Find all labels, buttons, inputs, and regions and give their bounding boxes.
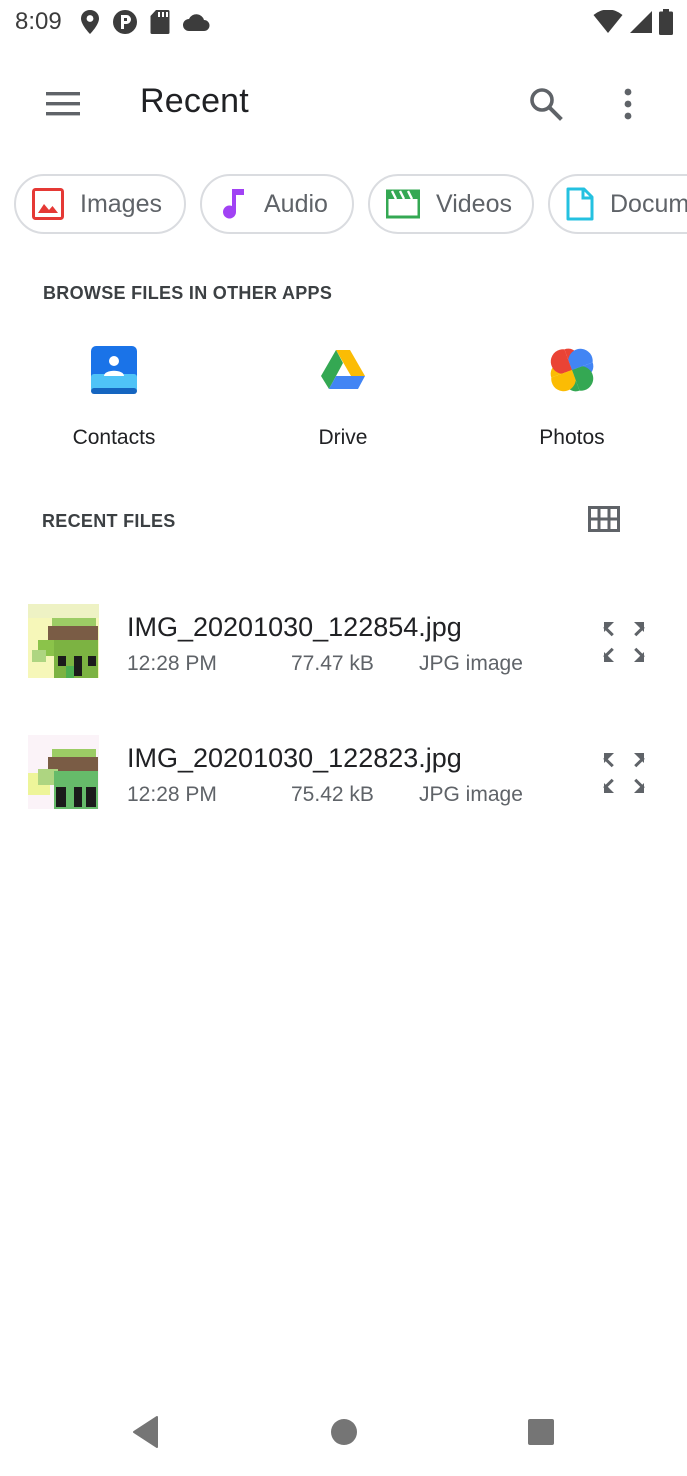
- file-thumbnail: [28, 735, 99, 809]
- browse-section-header: BROWSE FILES IN OTHER APPS: [43, 283, 333, 303]
- recents-button[interactable]: [511, 1410, 571, 1454]
- home-button[interactable]: [314, 1410, 374, 1454]
- file-size: 77.47 kB: [291, 652, 374, 675]
- file-type: JPG image: [419, 652, 523, 675]
- search-button[interactable]: [520, 78, 572, 130]
- page-title: Recent: [140, 82, 249, 120]
- p-circle-icon: [113, 10, 137, 34]
- file-name: IMG_20201030_122854.jpg: [127, 612, 462, 642]
- hamburger-menu-icon: [46, 92, 80, 116]
- browse-apps-row: Contacts Drive Photos: [0, 340, 687, 470]
- app-label: Contacts: [72, 426, 156, 449]
- app-drive[interactable]: Drive: [253, 340, 433, 460]
- more-vert-icon: [624, 88, 632, 120]
- chip-videos[interactable]: Videos: [368, 174, 534, 234]
- file-time: 12:28 PM: [127, 783, 217, 806]
- menu-button[interactable]: [30, 82, 96, 126]
- file-time: 12:28 PM: [127, 652, 217, 675]
- back-button[interactable]: [116, 1410, 176, 1454]
- status-time: 8:09: [15, 8, 62, 35]
- location-icon: [81, 10, 99, 34]
- file-row[interactable]: IMG_20201030_122823.jpg 12:28 PM 75.42 k…: [0, 735, 687, 855]
- chip-label: Videos: [436, 189, 512, 218]
- status-bar: 8:09: [0, 0, 687, 46]
- system-nav-bar: [0, 1390, 687, 1476]
- more-options-button[interactable]: [604, 78, 652, 130]
- cloud-icon: [183, 14, 210, 31]
- document-icon: [566, 187, 594, 221]
- file-name: IMG_20201030_122823.jpg: [127, 743, 462, 773]
- chip-audio[interactable]: Audio: [200, 174, 354, 234]
- expand-button[interactable]: [596, 745, 652, 801]
- status-icons-right: [593, 9, 673, 35]
- expand-icon: [603, 622, 645, 662]
- chip-images[interactable]: Images: [14, 174, 186, 234]
- app-photos[interactable]: Photos: [482, 340, 662, 460]
- search-icon: [530, 88, 563, 121]
- status-icons-left: [80, 9, 210, 35]
- wifi-icon: [593, 10, 623, 33]
- back-triangle-icon: [133, 1416, 158, 1448]
- sd-card-icon: [150, 10, 170, 34]
- chip-documents[interactable]: Docum: [548, 174, 687, 234]
- battery-icon: [659, 9, 673, 35]
- file-size: 75.42 kB: [291, 783, 374, 806]
- app-label: Drive: [318, 426, 368, 449]
- category-chips: Images Audio Videos Docum: [0, 174, 687, 236]
- chip-label: Audio: [264, 189, 328, 218]
- photos-app-icon: [550, 348, 594, 392]
- contacts-app-icon: [91, 346, 137, 394]
- grid-view-toggle[interactable]: [580, 497, 628, 541]
- app-label: Photos: [539, 426, 605, 449]
- expand-icon: [603, 753, 645, 793]
- chip-label: Docum: [610, 189, 687, 218]
- top-app-bar: Recent: [0, 62, 687, 146]
- image-icon: [32, 188, 64, 220]
- chip-label: Images: [80, 189, 162, 218]
- movie-clapper-icon: [386, 189, 420, 219]
- app-contacts[interactable]: Contacts: [24, 340, 204, 460]
- recent-files-header: RECENT FILES: [42, 511, 176, 531]
- drive-app-icon: [321, 350, 365, 389]
- file-row[interactable]: IMG_20201030_122854.jpg 12:28 PM 77.47 k…: [0, 604, 687, 724]
- recents-square-icon: [528, 1419, 554, 1445]
- cell-signal-icon: [630, 11, 652, 33]
- home-circle-icon: [331, 1419, 357, 1445]
- file-type: JPG image: [419, 783, 523, 806]
- grid-view-icon: [588, 506, 620, 532]
- music-note-icon: [223, 189, 244, 219]
- file-thumbnail: [28, 604, 99, 678]
- expand-button[interactable]: [596, 614, 652, 670]
